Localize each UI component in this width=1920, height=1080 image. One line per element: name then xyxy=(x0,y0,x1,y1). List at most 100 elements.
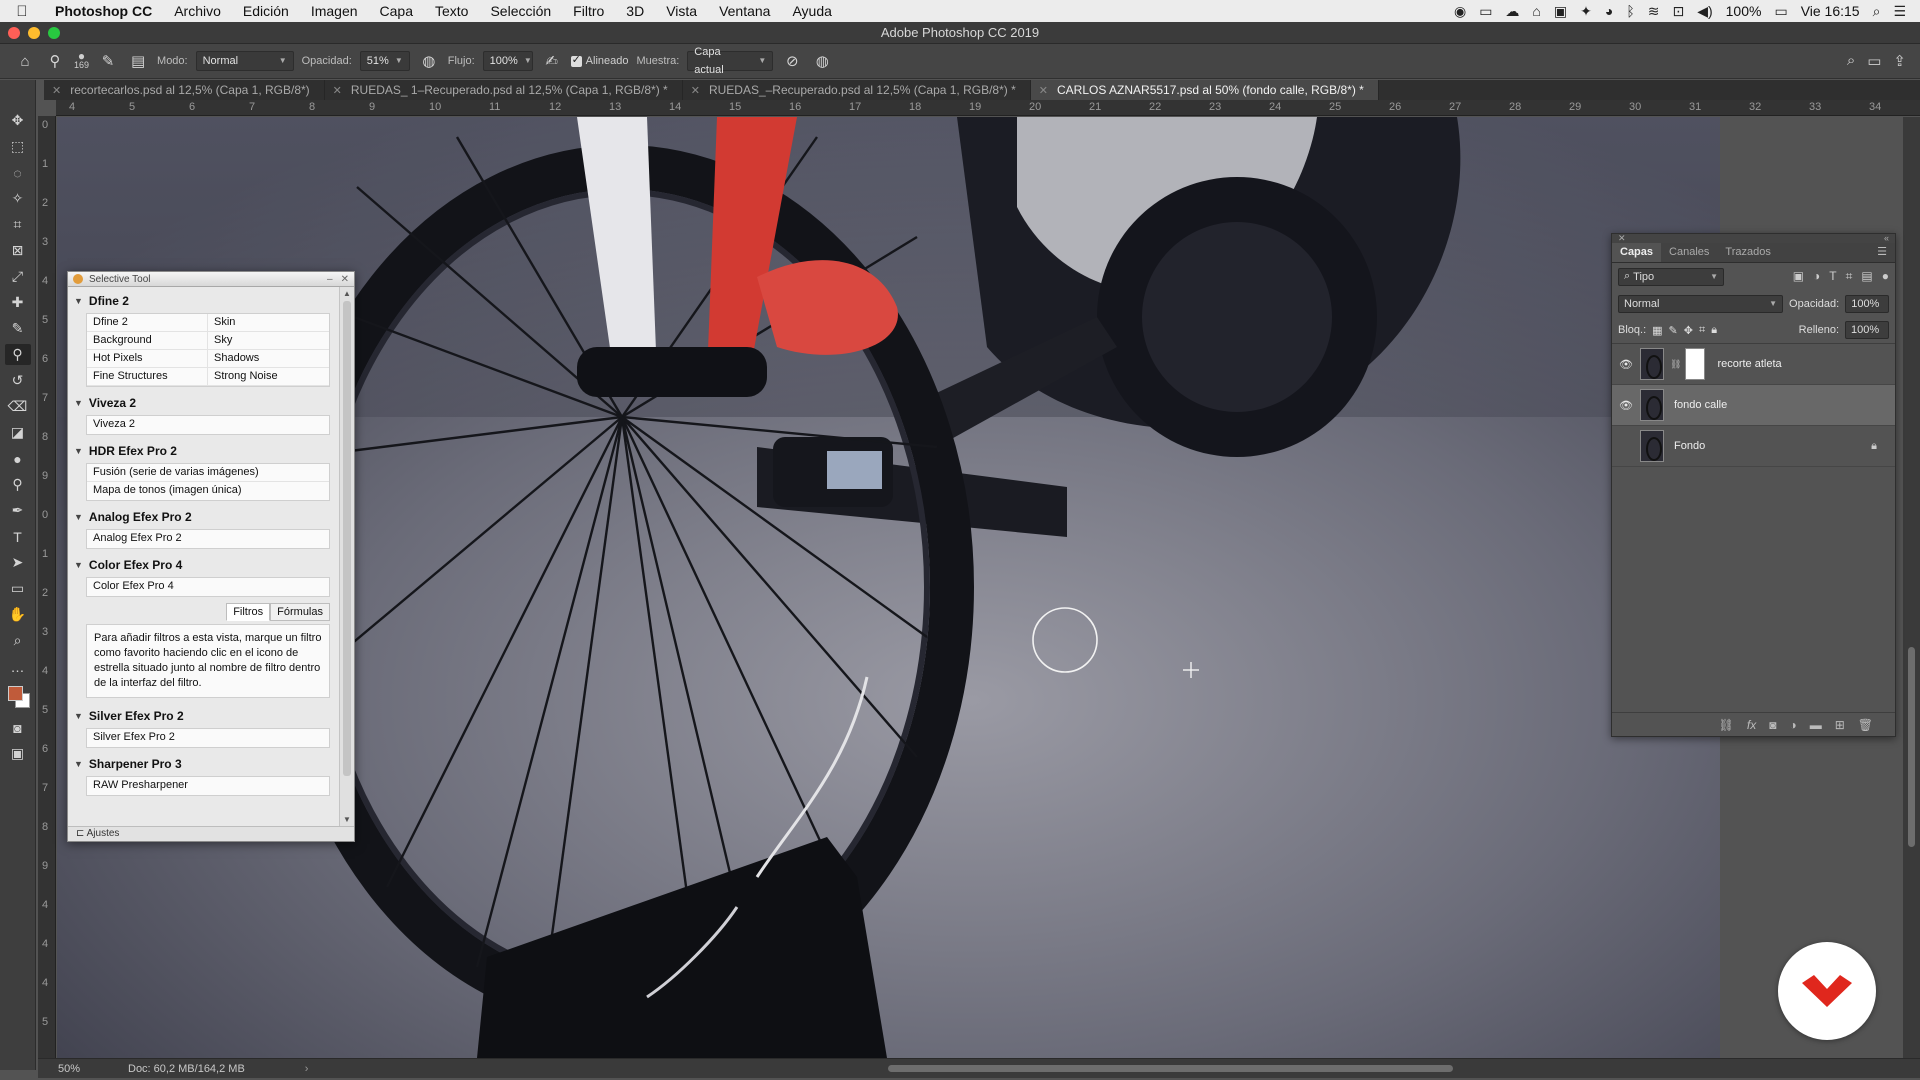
search-icon[interactable]: ⌕ xyxy=(1847,52,1855,70)
new-group-icon[interactable]: ▬ xyxy=(1810,718,1822,732)
eyedropper-tool-icon[interactable]: ⤢ xyxy=(5,266,31,287)
layer-mask-thumbnail[interactable] xyxy=(1685,348,1706,380)
layer-style-icon[interactable]: fx xyxy=(1747,718,1756,732)
filter-item[interactable]: Fusión (serie de varias imágenes) xyxy=(87,464,329,482)
link-mask-icon[interactable]: ⛓︎ xyxy=(1670,359,1681,370)
minimize-panel-icon[interactable]: – xyxy=(327,274,333,285)
type-tool-icon[interactable]: T xyxy=(5,526,31,547)
home-icon[interactable]: ⌂ xyxy=(14,50,36,72)
ignore-adjustment-layers-icon[interactable]: ⊘ xyxy=(781,50,803,72)
disclosure-triangle-icon[interactable]: ▼ xyxy=(74,296,83,306)
filter-toggle-icon[interactable]: ● xyxy=(1882,269,1889,284)
filter-adjustment-icon[interactable]: ◑ xyxy=(1813,269,1820,284)
layer-row[interactable]: Fondo 🔒︎ xyxy=(1612,426,1895,467)
broadcast-icon[interactable]: ⌂ xyxy=(1532,3,1540,19)
layer-filter-select[interactable]: ⌕ Tipo ▼ xyxy=(1618,267,1724,286)
close-tab-icon[interactable]: ✕ xyxy=(333,84,342,97)
foreground-color-swatch[interactable] xyxy=(7,686,23,701)
filter-shape-icon[interactable]: ⌗ xyxy=(1846,269,1853,284)
layer-row[interactable]: 👁︎ ⛓︎ recorte atleta xyxy=(1612,344,1895,385)
status-menu-arrow[interactable]: › xyxy=(305,1063,309,1075)
selective-tool-header[interactable]: Selective Tool – ✕ xyxy=(68,272,354,287)
clone-stamp-preset-icon[interactable]: ⚲ xyxy=(44,50,66,72)
document-tab[interactable]: ✕ RUEDAS_–Recuperado.psd al 12,5% (Capa 1… xyxy=(683,80,1031,100)
minimize-window-button[interactable] xyxy=(28,27,40,39)
pressure-size-icon[interactable]: ◍ xyxy=(811,50,833,72)
filter-smart-object-icon[interactable]: ▤ xyxy=(1861,269,1872,284)
paint-bucket-tool-icon[interactable]: ◪ xyxy=(5,422,31,443)
document-tab[interactable]: ✕ RUEDAS_ 1–Recuperado.psd al 12,5% (Capa… xyxy=(325,80,683,100)
menu-capa[interactable]: Capa xyxy=(369,3,424,19)
zoom-window-button[interactable] xyxy=(48,27,60,39)
filter-item[interactable]: Mapa de tonos (imagen única) xyxy=(87,482,329,500)
filter-item[interactable]: Silver Efex Pro 2 xyxy=(87,729,329,747)
aligned-checkbox[interactable]: Alineado xyxy=(570,53,629,67)
section-header-analog-efex[interactable]: ▼ Analog Efex Pro 2 xyxy=(74,507,334,529)
mode-select[interactable]: Normal ▼ xyxy=(195,51,294,71)
airbrush-icon[interactable]: ✍ xyxy=(541,50,563,72)
menu-seleccion[interactable]: Selección xyxy=(479,3,562,19)
drive-icon[interactable]: ▣ xyxy=(1554,3,1567,20)
new-adjustment-layer-icon[interactable]: ◑ xyxy=(1789,718,1796,732)
menu-texto[interactable]: Texto xyxy=(424,3,479,19)
vertical-scroll-thumb[interactable] xyxy=(1908,647,1915,847)
filter-item[interactable]: Hot Pixels xyxy=(87,350,208,368)
scroll-down-icon[interactable]: ▼ xyxy=(343,815,351,824)
menu-3d[interactable]: 3D xyxy=(615,3,655,19)
zoom-level[interactable]: 50% xyxy=(38,1063,86,1075)
healing-brush-tool-icon[interactable]: ✚ xyxy=(5,292,31,313)
tab-filtros[interactable]: Filtros xyxy=(226,603,271,621)
tab-capas[interactable]: Capas xyxy=(1612,243,1662,262)
layer-opacity-field[interactable]: 100% xyxy=(1845,294,1889,313)
close-tab-icon[interactable]: ✕ xyxy=(691,84,700,97)
settings-icon[interactable]: ⊏ xyxy=(76,828,87,839)
path-selection-tool-icon[interactable]: ➤ xyxy=(5,552,31,573)
lock-image-icon[interactable]: ✎ xyxy=(1669,324,1678,337)
zoom-tool-icon[interactable]: ⌕ xyxy=(5,630,31,651)
menu-edicion[interactable]: Edición xyxy=(232,3,300,19)
fill-field[interactable]: 100% xyxy=(1845,321,1889,339)
sample-select[interactable]: Capa actual ▼ xyxy=(687,46,774,76)
scroll-up-icon[interactable]: ▲ xyxy=(343,289,351,298)
brush-preset-picker[interactable]: ● 169 xyxy=(74,50,89,70)
document-tab[interactable]: ✕ recortecarlos.psd al 12,5% (Capa 1, RGB… xyxy=(44,80,325,100)
messenger-icon[interactable]: ◕ xyxy=(1605,3,1613,19)
airplay-icon[interactable]: ⊡ xyxy=(1672,3,1684,20)
brush-settings-icon[interactable]: ✎ xyxy=(97,50,119,72)
document-size[interactable]: Doc: 60,2 MB/164,2 MB xyxy=(128,1063,245,1075)
new-layer-icon[interactable]: ⊞ xyxy=(1835,718,1845,732)
section-header-silver-efex[interactable]: ▼ Silver Efex Pro 2 xyxy=(74,706,334,728)
disclosure-triangle-icon[interactable]: ▼ xyxy=(74,446,83,456)
filter-item[interactable]: Sky xyxy=(208,332,329,350)
lasso-tool-icon[interactable]: ◌ xyxy=(5,162,31,183)
filter-item[interactable]: Dfine 2 xyxy=(87,314,208,332)
add-mask-icon[interactable]: ◙ xyxy=(1769,718,1776,732)
flow-field[interactable]: 100% ▼ xyxy=(482,51,533,71)
wifi-icon[interactable]: ≋ xyxy=(1648,3,1660,20)
tab-formulas[interactable]: Fórmulas xyxy=(270,603,330,621)
section-header-color-efex[interactable]: ▼ Color Efex Pro 4 xyxy=(74,555,334,577)
menu-ayuda[interactable]: Ayuda xyxy=(781,3,842,19)
workspace-icon[interactable]: ▭ xyxy=(1867,52,1881,70)
delete-layer-icon[interactable]: 🗑︎ xyxy=(1858,718,1873,732)
quick-mask-icon[interactable]: ◙ xyxy=(5,717,31,738)
pressure-opacity-icon[interactable]: ◍ xyxy=(418,50,440,72)
horizontal-scroll-thumb[interactable] xyxy=(888,1065,1453,1072)
rectangle-tool-icon[interactable]: ▭ xyxy=(5,578,31,599)
screen-mode-icon[interactable]: ▣ xyxy=(5,743,31,764)
filter-item[interactable]: Viveza 2 xyxy=(87,416,329,434)
disclosure-triangle-icon[interactable]: ▼ xyxy=(74,759,83,769)
filter-item[interactable]: Background xyxy=(87,332,208,350)
close-tab-icon[interactable]: ✕ xyxy=(52,84,61,97)
blend-mode-select[interactable]: Normal ▼ xyxy=(1618,294,1784,313)
eye-icon[interactable]: 👁︎ xyxy=(1612,358,1640,371)
filter-item[interactable]: Analog Efex Pro 2 xyxy=(87,530,329,548)
vertical-scrollbar[interactable] xyxy=(1903,117,1920,1058)
frame-tool-icon[interactable]: ⊠ xyxy=(5,240,31,261)
close-window-button[interactable] xyxy=(8,27,20,39)
marquee-tool-icon[interactable]: ⬚ xyxy=(5,136,31,157)
lock-transparent-icon[interactable]: ▦ xyxy=(1652,324,1662,337)
layer-row-selected[interactable]: 👁︎ fondo calle xyxy=(1612,385,1895,426)
tab-canales[interactable]: Canales xyxy=(1661,246,1717,262)
record-icon[interactable]: ◉ xyxy=(1454,3,1466,20)
